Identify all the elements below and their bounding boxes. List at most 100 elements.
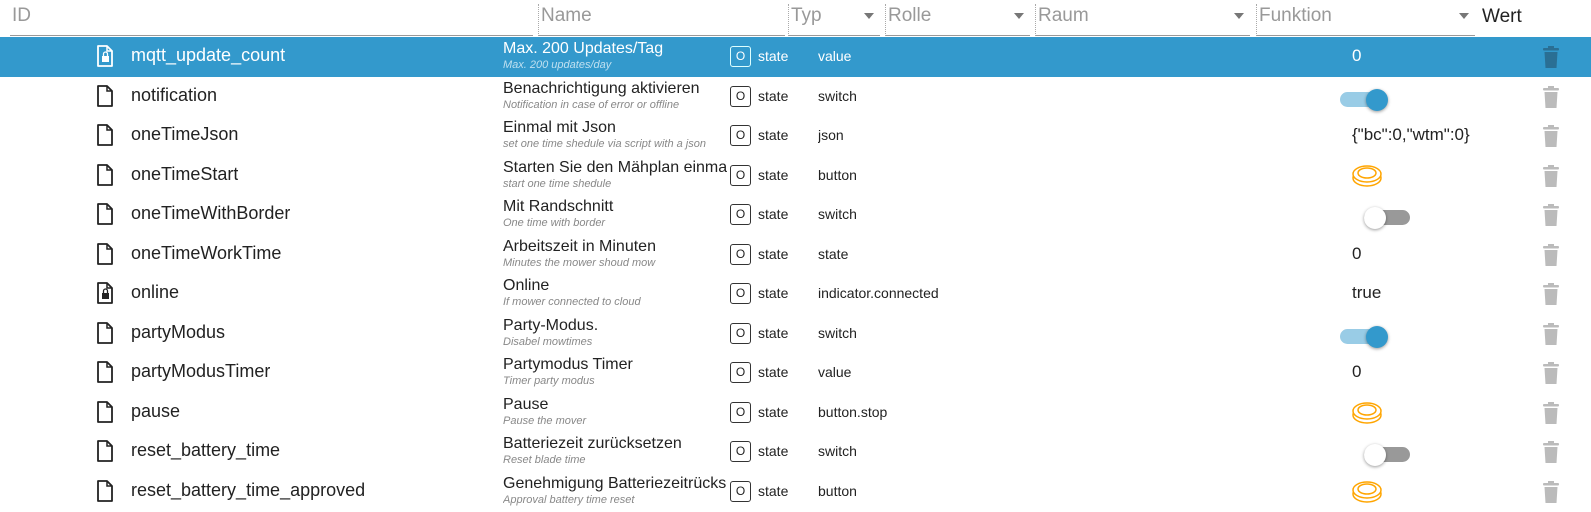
table-row[interactable]: notification Benachrichtigung aktivieren… xyxy=(0,77,1591,117)
object-description: Reset blade time xyxy=(503,454,586,466)
object-type: state xyxy=(758,245,789,262)
role-filter-label: Rolle xyxy=(888,5,932,26)
object-name: Max. 200 Updates/Tag xyxy=(503,40,664,57)
object-description: Timer party modus xyxy=(503,375,595,387)
object-description: Approval battery time reset xyxy=(503,493,635,506)
object-name: Starten Sie den Mähplan einmal xyxy=(503,158,727,176)
object-role: indicator.connected xyxy=(818,285,939,301)
table-row[interactable]: oneTimeStart Starten Sie den Mähplan ein… xyxy=(0,156,1591,196)
press-button-icon[interactable] xyxy=(1350,162,1384,190)
room-filter-label: Raum xyxy=(1038,5,1089,26)
object-id: reset_battery_time xyxy=(131,440,281,460)
object-id: oneTimeWithBorder xyxy=(131,203,291,223)
object-id: notification xyxy=(131,84,218,105)
value-text[interactable]: {"bc":0,"wtm":0} xyxy=(1352,125,1470,145)
object-name: Mit Randschnitt xyxy=(503,198,614,215)
press-button-icon[interactable] xyxy=(1350,478,1384,506)
function-filter-label: Funktion xyxy=(1259,5,1332,26)
trash-icon[interactable] xyxy=(1541,243,1561,267)
trash-icon[interactable] xyxy=(1541,401,1561,425)
table-row[interactable]: oneTimeWithBorder Mit Randschnitt One ti… xyxy=(0,195,1591,235)
object-role: state xyxy=(818,245,849,262)
object-type: state xyxy=(758,285,789,301)
object-type: state xyxy=(758,443,789,459)
object-role: switch xyxy=(818,87,857,104)
id-filter-input[interactable]: ID xyxy=(10,4,533,36)
filter-header: ID Name Typ Rolle Raum Funktion Wert xyxy=(0,0,1591,38)
role-filter-select[interactable]: Rolle xyxy=(885,4,1030,36)
object-role: value xyxy=(818,48,852,64)
trash-icon[interactable] xyxy=(1541,361,1561,385)
trash-icon[interactable] xyxy=(1541,124,1561,148)
file-icon xyxy=(97,163,113,186)
state-type-icon: O xyxy=(730,283,751,304)
object-role: json xyxy=(818,127,844,143)
table-row[interactable]: partyModusTimer Partymodus Timer Timer p… xyxy=(0,353,1591,393)
value-text[interactable]: 0 xyxy=(1352,362,1361,382)
value-text[interactable]: 0 xyxy=(1352,244,1361,264)
object-type: state xyxy=(758,364,789,380)
file-icon xyxy=(97,84,113,107)
trash-icon[interactable] xyxy=(1541,203,1561,227)
object-name: Online xyxy=(503,277,550,294)
object-id: oneTimeStart xyxy=(131,163,239,184)
object-role: button xyxy=(818,166,857,183)
object-role: switch xyxy=(818,443,857,459)
trash-icon[interactable] xyxy=(1541,480,1561,504)
press-button-icon[interactable] xyxy=(1350,399,1384,427)
object-name: Pause xyxy=(503,395,549,413)
table-row[interactable]: reset_battery_time Batteriezeit zurückse… xyxy=(0,432,1591,472)
file-lock-icon xyxy=(97,45,113,67)
object-id: oneTimeWorkTime xyxy=(131,242,282,263)
toggle-switch[interactable] xyxy=(1340,325,1400,348)
trash-icon[interactable] xyxy=(1541,322,1561,346)
toggle-switch[interactable] xyxy=(1340,207,1410,229)
type-filter-select[interactable]: Typ xyxy=(788,4,880,36)
object-role: switch xyxy=(818,206,857,222)
chevron-down-icon xyxy=(1459,13,1469,19)
room-filter-select[interactable]: Raum xyxy=(1035,4,1250,36)
table-row[interactable]: mqtt_update_count Max. 200 Updates/Tag M… xyxy=(0,37,1591,77)
table-row[interactable]: oneTimeWorkTime Arbeitszeit in Minuten M… xyxy=(0,235,1591,275)
trash-icon[interactable] xyxy=(1541,164,1561,188)
object-description: One time with border xyxy=(503,217,606,229)
state-type-icon: O xyxy=(730,322,751,344)
object-name: Partymodus Timer xyxy=(503,356,633,373)
file-icon xyxy=(97,400,113,423)
value-column-header: Wert xyxy=(1482,6,1522,27)
trash-icon[interactable] xyxy=(1541,85,1561,109)
state-type-icon: O xyxy=(730,125,751,146)
object-id: partyModusTimer xyxy=(131,361,271,381)
state-type-icon: O xyxy=(730,243,751,265)
toggle-switch[interactable] xyxy=(1340,444,1410,466)
toggle-switch[interactable] xyxy=(1340,88,1400,111)
object-role: button xyxy=(818,482,857,499)
state-type-icon: O xyxy=(730,85,751,107)
object-type: state xyxy=(758,127,789,143)
table-row[interactable]: partyModus Party-Modus. Disabel mowtimes… xyxy=(0,314,1591,354)
trash-icon[interactable] xyxy=(1541,45,1561,69)
table-row[interactable]: online Online If mower connected to clou… xyxy=(0,274,1591,314)
name-filter-input[interactable]: Name xyxy=(538,4,785,36)
table-row[interactable]: pause Pause Pause the mover O state butt… xyxy=(0,393,1591,433)
value-text[interactable]: 0 xyxy=(1352,46,1361,66)
state-type-icon: O xyxy=(730,441,751,462)
object-id: reset_battery_time_approved xyxy=(131,479,366,500)
value-text[interactable]: true xyxy=(1352,283,1381,303)
state-type-icon: O xyxy=(730,480,751,502)
file-icon xyxy=(97,203,113,225)
object-type: state xyxy=(758,206,789,222)
object-id: partyModus xyxy=(131,321,226,342)
trash-icon[interactable] xyxy=(1541,440,1561,464)
state-type-icon: O xyxy=(730,46,751,67)
table-row[interactable]: reset_battery_time_approved Genehmigung … xyxy=(0,472,1591,512)
function-filter-select[interactable]: Funktion xyxy=(1256,4,1475,36)
object-name: Einmal mit Json xyxy=(503,119,616,136)
table-row[interactable]: oneTimeJson Einmal mit Json set one time… xyxy=(0,116,1591,156)
chevron-down-icon xyxy=(1014,13,1024,19)
trash-icon[interactable] xyxy=(1541,282,1561,306)
object-description: Pause the mover xyxy=(503,414,587,427)
object-type: state xyxy=(758,166,789,183)
id-filter-placeholder: ID xyxy=(12,5,31,26)
object-type: state xyxy=(758,403,789,420)
